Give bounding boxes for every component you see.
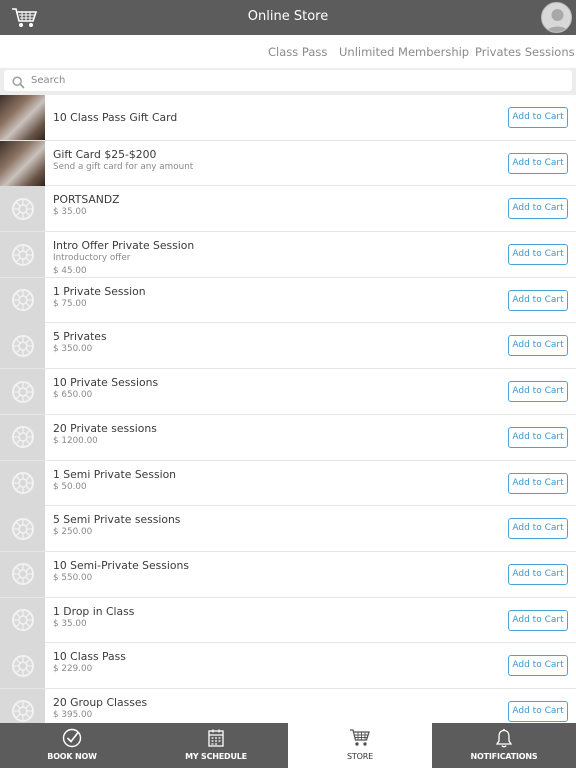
add-to-cart-button[interactable]: Add to Cart bbox=[508, 107, 568, 128]
tab-privates-sessions[interactable]: Privates Sessions bbox=[475, 45, 575, 59]
product-price: $ 1200.00 bbox=[53, 435, 98, 446]
nav-book-now[interactable]: BOOK NOW bbox=[0, 723, 144, 768]
list-item[interactable]: 10 Class Pass Gift Card Add to Cart bbox=[0, 95, 576, 141]
nav-store[interactable]: STORE bbox=[288, 723, 432, 768]
list-item[interactable]: 1 Semi Private Session $ 50.00 Add to Cart bbox=[0, 460, 576, 507]
add-to-cart-button[interactable]: Add to Cart bbox=[508, 700, 568, 722]
list-item[interactable]: Gift Card $25-$200 Send a gift card for a… bbox=[0, 140, 576, 187]
search-bar bbox=[0, 68, 576, 95]
placeholder-image-icon bbox=[0, 597, 45, 643]
list-item[interactable]: 5 Semi Private sessions $ 250.00 Add to Ca… bbox=[0, 506, 576, 552]
add-to-cart-button[interactable]: Add to Cart bbox=[508, 655, 568, 677]
list-item[interactable]: 1 Private Session $ 75.00 Add to Cart bbox=[0, 277, 576, 324]
list-item[interactable]: 5 Privates $ 350.00 Add to Cart bbox=[0, 323, 576, 370]
product-price: $ 229.00 bbox=[53, 664, 93, 675]
page-title: Online Store bbox=[247, 9, 329, 24]
product-name: 1 Drop in Class bbox=[53, 604, 135, 618]
product-name: 20 Group Classes bbox=[53, 695, 148, 709]
tab-class-pass[interactable]: Class Pass bbox=[268, 45, 327, 59]
placeholder-image-icon bbox=[0, 232, 45, 278]
list-item[interactable]: 20 Private sessions $ 1200.00 Add to Cart bbox=[0, 414, 576, 461]
list-item[interactable]: Intro Offer Private Session Introductory … bbox=[0, 232, 576, 278]
category-tabs: Class Pass Unlimited Membership Privates… bbox=[0, 35, 576, 68]
add-to-cart-button[interactable]: Add to Cart bbox=[508, 472, 568, 494]
product-subtitle: Introductory offer bbox=[53, 253, 131, 264]
list-item[interactable]: 10 Private Sessions $ 650.00 Add to Cart bbox=[0, 369, 576, 415]
add-to-cart-button[interactable]: Add to Cart bbox=[508, 518, 568, 540]
product-name: 10 Private Sessions bbox=[53, 376, 159, 390]
product-subtitle: Send a gift card for any amount bbox=[53, 161, 194, 172]
add-to-cart-button[interactable]: Add to Cart bbox=[508, 426, 568, 448]
product-price: $ 35.00 bbox=[53, 618, 87, 629]
product-price: $ 50.00 bbox=[53, 481, 87, 492]
product-name: 20 Private sessions bbox=[53, 421, 157, 435]
product-photo bbox=[0, 140, 45, 186]
placeholder-image-icon bbox=[0, 277, 45, 323]
placeholder-image-icon bbox=[0, 414, 45, 460]
add-to-cart-button[interactable]: Add to Cart bbox=[508, 152, 568, 174]
product-name: Intro Offer Private Session bbox=[53, 239, 195, 253]
product-name: 10 Semi-Private Sessions bbox=[53, 558, 189, 572]
add-to-cart-button[interactable]: Add to Cart bbox=[508, 289, 568, 311]
product-name: 10 Class Pass Gift Card bbox=[53, 111, 178, 124]
list-item[interactable]: 10 Class Pass $ 229.00 Add to Cart bbox=[0, 643, 576, 689]
product-price: $ 75.00 bbox=[53, 298, 87, 309]
add-to-cart-button[interactable]: Add to Cart bbox=[508, 244, 568, 266]
product-price: $ 250.00 bbox=[53, 527, 93, 538]
bottom-nav: BOOK NOW MY SCHEDULE STORE NOTIFICATIONS bbox=[0, 723, 576, 768]
search-icon bbox=[12, 74, 25, 89]
add-to-cart-button[interactable]: Add to Cart bbox=[508, 563, 568, 585]
product-name: 5 Semi Private sessions bbox=[53, 513, 181, 527]
list-item[interactable]: 1 Drop in Class $ 35.00 Add to Cart bbox=[0, 597, 576, 644]
product-price: $ 350.00 bbox=[53, 344, 93, 355]
add-to-cart-button[interactable]: Add to Cart bbox=[508, 335, 568, 357]
placeholder-image-icon bbox=[0, 323, 45, 369]
nav-book-now-label: BOOK NOW bbox=[47, 752, 97, 761]
nav-my-schedule[interactable]: MY SCHEDULE bbox=[144, 723, 288, 768]
add-to-cart-button[interactable]: Add to Cart bbox=[508, 381, 568, 403]
product-photo bbox=[0, 95, 45, 140]
search-box[interactable] bbox=[4, 70, 572, 91]
product-name: 1 Semi Private Session bbox=[53, 467, 177, 481]
product-list: 10 Class Pass Gift Card Add to Cart Gift C… bbox=[0, 95, 576, 723]
product-price: $ 45.00 bbox=[53, 266, 87, 277]
product-price: $ 35.00 bbox=[53, 207, 87, 218]
placeholder-image-icon bbox=[0, 551, 45, 597]
tab-unlimited-membership[interactable]: Unlimited Membership bbox=[339, 45, 469, 59]
list-item[interactable]: PORTSANDZ $ 35.00 Add to Cart bbox=[0, 186, 576, 233]
product-price: $ 395.00 bbox=[53, 709, 93, 720]
placeholder-image-icon bbox=[0, 186, 45, 232]
top-bar: Online Store bbox=[0, 0, 576, 35]
placeholder-image-icon bbox=[0, 506, 45, 552]
user-avatar-icon[interactable] bbox=[541, 2, 572, 33]
product-name: 1 Private Session bbox=[53, 284, 146, 298]
product-name: PORTSANDZ bbox=[53, 193, 120, 207]
product-price: $ 650.00 bbox=[53, 390, 93, 401]
nav-store-label: STORE bbox=[347, 752, 373, 761]
nav-notifications-label: NOTIFICATIONS bbox=[470, 752, 538, 761]
add-to-cart-button[interactable]: Add to Cart bbox=[508, 198, 568, 220]
list-item[interactable]: 10 Semi-Private Sessions $ 550.00 Add to C… bbox=[0, 551, 576, 598]
nav-notifications[interactable]: NOTIFICATIONS bbox=[432, 723, 576, 768]
placeholder-image-icon bbox=[0, 460, 45, 506]
search-input[interactable] bbox=[31, 72, 531, 89]
add-to-cart-button[interactable]: Add to Cart bbox=[508, 609, 568, 631]
placeholder-image-icon bbox=[0, 643, 45, 689]
product-name: 10 Class Pass bbox=[53, 650, 126, 664]
list-item[interactable]: 20 Group Classes $ 395.00 Add to Cart bbox=[0, 688, 576, 723]
placeholder-image-icon bbox=[0, 369, 45, 415]
nav-my-schedule-label: MY SCHEDULE bbox=[185, 752, 247, 761]
product-price: $ 550.00 bbox=[53, 572, 93, 583]
product-name: 5 Privates bbox=[53, 330, 107, 344]
placeholder-image-icon bbox=[0, 688, 45, 723]
product-name: Gift Card $25-$200 bbox=[53, 147, 157, 161]
